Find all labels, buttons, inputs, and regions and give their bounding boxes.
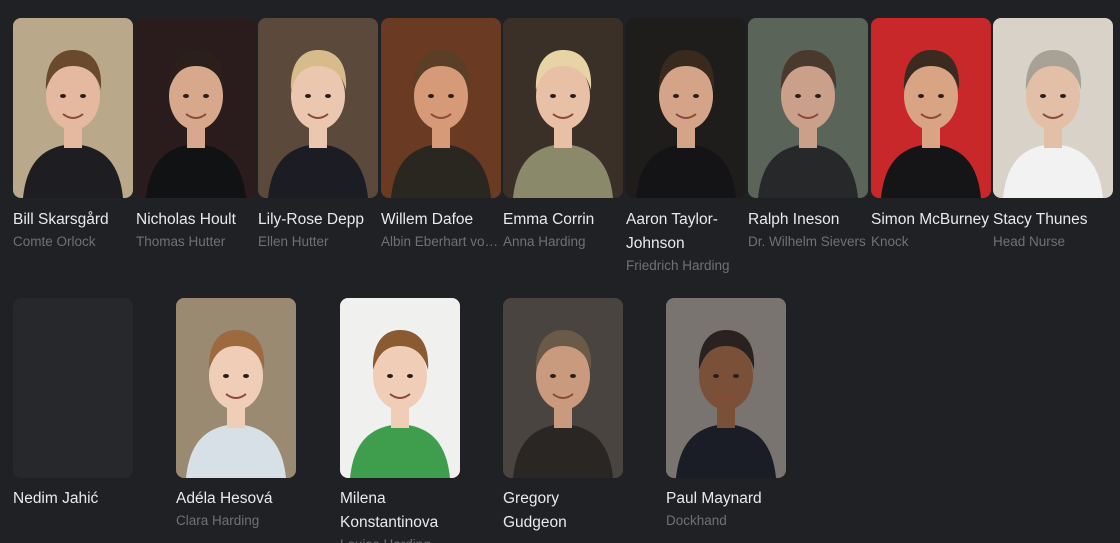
cast-photo[interactable]: [748, 18, 868, 198]
cast-name[interactable]: Nedim Jahić: [13, 487, 133, 511]
portrait-illustration: [503, 298, 623, 478]
cast-role: Anna Harding: [503, 234, 586, 249]
cast-role: Comte Orlock: [13, 234, 96, 249]
cast-photo[interactable]: [136, 18, 256, 198]
cast-photo[interactable]: [626, 18, 746, 198]
cast-card-milena-konstantinova[interactable]: Milena KonstantinovaLouise Harding: [340, 298, 460, 543]
cast-role: Albin Eberhart von Franz: [381, 234, 501, 249]
portrait-illustration: [871, 18, 991, 198]
cast-card-willem-dafoe[interactable]: Willem Dafoe Albin Eberhart von Franz: [381, 18, 501, 252]
cast-photo[interactable]: [381, 18, 501, 198]
portrait-illustration: [340, 298, 460, 478]
cast-name[interactable]: Stacy Thunes: [993, 208, 1113, 232]
cast-card-bill-skarsgard[interactable]: Bill Skarsgård Comte Orlock: [13, 18, 133, 252]
cast-card-gregory-gudgeon[interactable]: Gregory Gudgeon: [503, 298, 623, 535]
cast-photo[interactable]: [503, 18, 623, 198]
cast-card-paul-maynard[interactable]: Paul Maynard Dockhand: [666, 298, 786, 531]
cast-panel: Bill Skarsgård Comte Orlock Nicholas Houl…: [0, 0, 1120, 543]
cast-photo[interactable]: [258, 18, 378, 198]
cast-role: Clara Harding: [176, 513, 260, 528]
cast-card-simon-mcburney[interactable]: Simon McBurney Knock: [871, 18, 991, 252]
cast-name[interactable]: Adéla Hesová: [176, 487, 296, 511]
cast-role: Louise Harding: [340, 535, 460, 543]
portrait-illustration: [748, 18, 868, 198]
portrait-illustration: [666, 298, 786, 478]
cast-name[interactable]: Aaron Taylor-Johnson: [626, 208, 746, 256]
portrait-illustration: [13, 18, 133, 198]
portrait-illustration: [176, 298, 296, 478]
portrait-illustration: [626, 18, 746, 198]
cast-name[interactable]: Ralph Ineson: [748, 208, 868, 232]
portrait-illustration: [993, 18, 1113, 198]
cast-name[interactable]: Paul Maynard: [666, 487, 786, 511]
cast-card-nedim-jahic[interactable]: Nedim Jahić: [13, 298, 133, 511]
cast-role: Dr. Wilhelm Sievers: [748, 234, 866, 249]
cast-card-aaron-taylor-johnson[interactable]: Aaron Taylor-Johnson Friedrich Harding: [626, 18, 746, 276]
cast-name[interactable]: Lily-Rose Depp: [258, 208, 378, 232]
cast-photo[interactable]: [666, 298, 786, 478]
cast-photo[interactable]: [13, 18, 133, 198]
cast-name[interactable]: Willem Dafoe: [381, 208, 501, 232]
cast-photo[interactable]: [13, 298, 133, 478]
cast-photo[interactable]: [871, 18, 991, 198]
portrait-illustration: [381, 18, 501, 198]
cast-card-ralph-ineson[interactable]: Ralph Ineson Dr. Wilhelm Sievers: [748, 18, 868, 252]
cast-photo[interactable]: [503, 298, 623, 478]
cast-name[interactable]: Milena Konstantinova: [340, 487, 460, 535]
portrait-illustration: [503, 18, 623, 198]
cast-name[interactable]: Bill Skarsgård: [13, 208, 133, 232]
cast-role: Ellen Hutter: [258, 234, 329, 249]
cast-name[interactable]: Emma Corrin: [503, 208, 623, 232]
cast-role: Thomas Hutter: [136, 234, 226, 249]
cast-role: Friedrich Harding: [626, 258, 730, 273]
cast-role: Head Nurse: [993, 234, 1066, 249]
cast-name[interactable]: Nicholas Hoult: [136, 208, 256, 232]
cast-card-stacy-thunes[interactable]: Stacy Thunes Head Nurse: [993, 18, 1113, 252]
cast-card-nicholas-hoult[interactable]: Nicholas Hoult Thomas Hutter: [136, 18, 256, 252]
cast-card-lily-rose-depp[interactable]: Lily-Rose Depp Ellen Hutter: [258, 18, 378, 252]
portrait-illustration: [136, 18, 256, 198]
cast-photo[interactable]: [993, 18, 1113, 198]
cast-photo[interactable]: [340, 298, 460, 478]
cast-role: Dockhand: [666, 513, 727, 528]
cast-name[interactable]: Simon McBurney: [871, 208, 991, 232]
cast-role: Knock: [871, 234, 909, 249]
cast-photo[interactable]: [176, 298, 296, 478]
portrait-illustration: [258, 18, 378, 198]
cast-card-emma-corrin[interactable]: Emma Corrin Anna Harding: [503, 18, 623, 252]
cast-name[interactable]: Gregory Gudgeon: [503, 487, 623, 535]
cast-card-adela-hesova[interactable]: Adéla Hesová Clara Harding: [176, 298, 296, 531]
